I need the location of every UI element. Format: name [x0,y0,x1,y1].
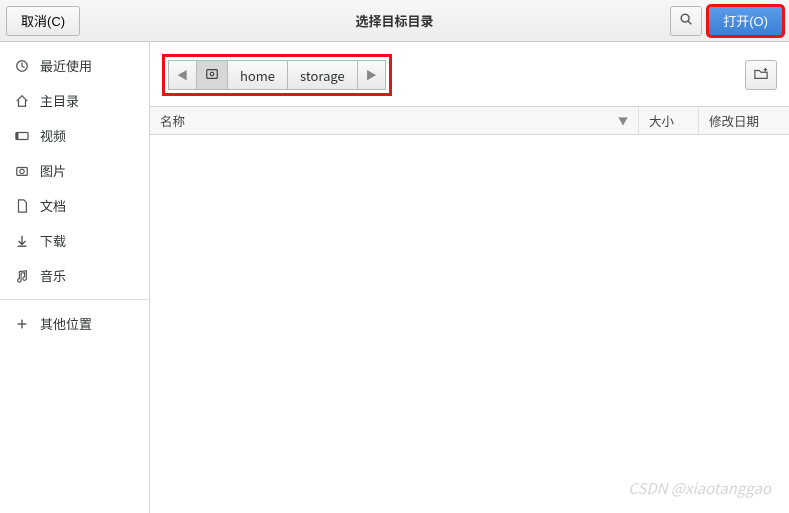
column-headers: 名称 ▼ 大小 修改日期 [150,106,789,135]
sidebar-divider [0,299,149,300]
column-header-modified[interactable]: 修改日期 [699,107,789,134]
sidebar-item-pictures[interactable]: 图片 [0,153,149,188]
sidebar-item-home[interactable]: 主目录 [0,83,149,118]
file-list[interactable] [150,135,789,513]
new-folder-icon [754,67,768,84]
home-icon [14,93,30,109]
sidebar-item-other-locations[interactable]: 其他位置 [0,306,149,341]
path-segment-home[interactable]: home [227,60,288,90]
sidebar-item-label: 视频 [40,126,66,145]
sidebar-item-documents[interactable]: 文档 [0,188,149,223]
path-root-button[interactable] [196,60,228,90]
path-bar: ◀ home storage ▶ [162,54,392,96]
search-icon [679,12,693,29]
new-folder-button[interactable] [745,60,777,90]
sidebar-item-label: 音乐 [40,266,66,285]
column-header-name[interactable]: 名称 ▼ [150,107,639,134]
sidebar-item-recent[interactable]: 最近使用 [0,48,149,83]
cancel-button[interactable]: 取消(C) [6,6,80,36]
open-button[interactable]: 打开(O) [708,6,783,36]
sidebar-item-label: 文档 [40,196,66,215]
sidebar-item-downloads[interactable]: 下载 [0,223,149,258]
path-back-button[interactable]: ◀ [168,60,197,90]
chevron-right-icon: ▶ [366,67,377,83]
chevron-left-icon: ◀ [177,67,188,83]
dialog-title: 选择目标目录 [355,11,433,30]
search-button[interactable] [670,6,702,36]
column-header-size[interactable]: 大小 [639,107,699,134]
plus-icon [14,316,30,332]
recent-icon [14,58,30,74]
path-segment-storage[interactable]: storage [287,60,358,90]
path-forward-button[interactable]: ▶ [357,60,386,90]
sidebar-item-label: 图片 [40,161,66,180]
pictures-icon [14,163,30,179]
header-bar: 取消(C) 选择目标目录 打开(O) [0,0,789,42]
documents-icon [14,198,30,214]
sidebar-item-label: 下载 [40,231,66,250]
sort-indicator-icon: ▼ [618,113,628,128]
downloads-icon [14,233,30,249]
main-panel: ◀ home storage ▶ 名称 ▼ 大小 修改日期 [150,42,789,513]
drive-icon [205,66,219,85]
places-sidebar: 最近使用 主目录 视频 图片 文档 下载 音乐 其他位置 [0,42,150,513]
sidebar-item-music[interactable]: 音乐 [0,258,149,293]
sidebar-item-label: 最近使用 [40,56,92,75]
sidebar-item-label: 其他位置 [40,314,92,333]
sidebar-item-label: 主目录 [40,91,79,110]
video-icon [14,128,30,144]
sidebar-item-videos[interactable]: 视频 [0,118,149,153]
music-icon [14,268,30,284]
